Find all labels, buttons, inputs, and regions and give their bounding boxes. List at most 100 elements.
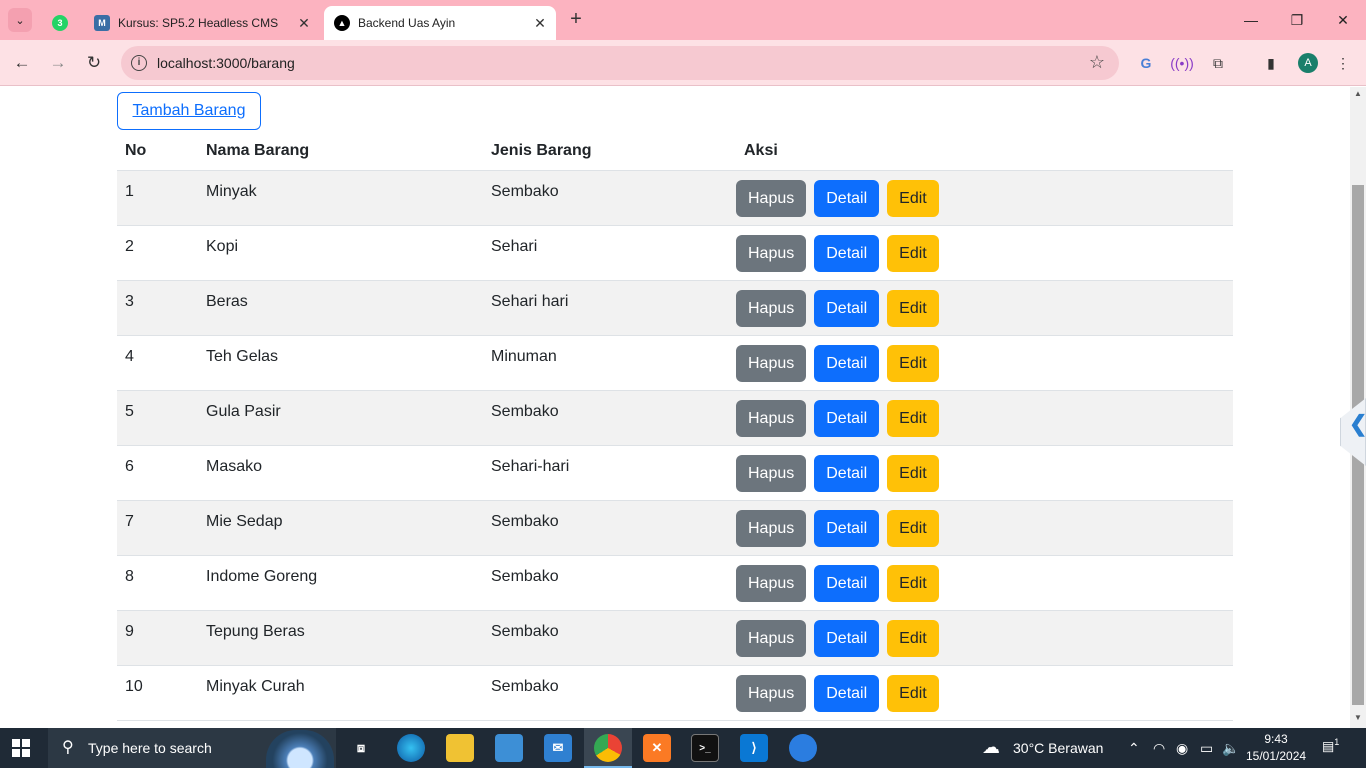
browser-toolbar: ← → ↻ i localhost:3000/barang ☆ G ((•)) …	[0, 40, 1366, 86]
taskbar-search-box[interactable]: ⚲ Type here to search	[48, 728, 336, 768]
hapus-button[interactable]: Hapus	[736, 454, 807, 492]
edit-button[interactable]: Edit	[887, 289, 939, 327]
table-header-row: No Nama Barang Jenis Barang Aksi	[117, 132, 1233, 171]
extensions-puzzle-icon[interactable]: ⧉	[1207, 52, 1229, 74]
minimize-icon[interactable]: —	[1228, 0, 1274, 40]
weather-text[interactable]: 30°C Berawan	[1013, 740, 1103, 756]
side-panel-icon[interactable]: ▮	[1260, 52, 1282, 74]
detail-button[interactable]: Detail	[814, 179, 880, 217]
mail-icon[interactable]: ✉	[544, 734, 572, 762]
cell-nama-barang: Gula Pasir	[198, 390, 483, 446]
cell-jenis-barang: Sehari	[483, 225, 736, 281]
hapus-button[interactable]: Hapus	[736, 179, 807, 217]
notification-center-icon[interactable]: ▤1	[1322, 737, 1346, 759]
xampp-icon[interactable]: ✕	[643, 734, 671, 762]
weather-cloud-icon[interactable]: ☁	[982, 737, 1000, 758]
edit-button[interactable]: Edit	[887, 344, 939, 382]
tab-search-chevron-icon[interactable]: ⌄	[8, 8, 32, 32]
search-icon: ⚲	[62, 739, 74, 756]
scroll-down-arrow-icon[interactable]: ▼	[1350, 713, 1366, 727]
moodle-icon: M	[94, 15, 110, 31]
reload-icon[interactable]: ↻	[81, 50, 107, 76]
detail-button[interactable]: Detail	[814, 344, 880, 382]
cell-no: 3	[117, 280, 198, 336]
barang-table: No Nama Barang Jenis Barang Aksi 1 Minyak…	[117, 132, 1233, 721]
microsoft-store-icon[interactable]	[495, 734, 523, 762]
taskbar-clock[interactable]: 9:43 15/01/2024	[1246, 731, 1306, 765]
detail-button[interactable]: Detail	[814, 289, 880, 327]
scroll-up-arrow-icon[interactable]: ▲	[1350, 89, 1366, 103]
file-explorer-icon[interactable]	[446, 734, 474, 762]
cell-aksi: Hapus Detail Edit	[736, 390, 1233, 446]
edit-button[interactable]: Edit	[887, 179, 939, 217]
detail-button[interactable]: Detail	[814, 509, 880, 547]
hapus-button[interactable]: Hapus	[736, 344, 807, 382]
vscode-icon[interactable]: ⟩	[740, 734, 768, 762]
cell-jenis-barang: Sembako	[483, 555, 736, 611]
site-info-icon[interactable]: i	[131, 55, 147, 71]
new-tab-plus-icon[interactable]: +	[566, 9, 586, 30]
edit-button[interactable]: Edit	[887, 509, 939, 547]
cell-nama-barang: Mie Sedap	[198, 500, 483, 556]
more-menu-icon[interactable]: ⋮	[1332, 52, 1354, 74]
google-translate-icon[interactable]: G	[1135, 52, 1157, 74]
tambah-barang-button[interactable]: Tambah Barang	[117, 92, 261, 130]
hapus-button[interactable]: Hapus	[736, 564, 807, 602]
table-row: 2 Kopi Sehari Hapus Detail Edit	[117, 225, 1233, 281]
media-cast-icon[interactable]: ((•))	[1170, 52, 1194, 74]
task-view-icon[interactable]: ⧈	[347, 734, 375, 762]
remote-desktop-icon[interactable]	[789, 734, 817, 762]
edit-button[interactable]: Edit	[887, 454, 939, 492]
terminal-icon[interactable]: >_	[691, 734, 719, 762]
cell-jenis-barang: Sembako	[483, 610, 736, 666]
hapus-button[interactable]: Hapus	[736, 509, 807, 547]
close-tab-icon[interactable]: ✕	[294, 15, 314, 32]
bookmark-star-icon[interactable]: ☆	[1089, 52, 1105, 73]
cell-no: 9	[117, 610, 198, 666]
chrome-icon[interactable]	[594, 734, 622, 762]
tab-pinned-whatsapp[interactable]: 3	[46, 6, 74, 40]
battery-icon[interactable]: ▭	[1200, 740, 1213, 757]
windows-taskbar: ⚲ Type here to search ⧈ ✉ ✕ >_ ⟩ ☁ 30°C …	[0, 728, 1366, 768]
hapus-button[interactable]: Hapus	[736, 674, 807, 712]
back-arrow-icon[interactable]: ←	[9, 50, 35, 76]
close-window-icon[interactable]: ✕	[1320, 0, 1366, 40]
edit-button[interactable]: Edit	[887, 674, 939, 712]
restore-icon[interactable]: ❐	[1274, 0, 1320, 40]
cell-no: 1	[117, 170, 198, 226]
forward-arrow-icon[interactable]: →	[45, 50, 71, 76]
hapus-button[interactable]: Hapus	[736, 399, 807, 437]
edge-icon[interactable]	[397, 734, 425, 762]
detail-button[interactable]: Detail	[814, 399, 880, 437]
url-text[interactable]: localhost:3000/barang	[157, 55, 295, 71]
close-tab-icon[interactable]: ✕	[530, 15, 550, 32]
edit-button[interactable]: Edit	[887, 564, 939, 602]
edit-button[interactable]: Edit	[887, 399, 939, 437]
tray-chevron-up-icon[interactable]: ⌃	[1128, 740, 1140, 757]
hapus-button[interactable]: Hapus	[736, 234, 807, 272]
header-aksi: Aksi	[736, 132, 1233, 171]
detail-button[interactable]: Detail	[814, 234, 880, 272]
edit-button[interactable]: Edit	[887, 619, 939, 657]
detail-button[interactable]: Detail	[814, 619, 880, 657]
table-row: 1 Minyak Sembako Hapus Detail Edit	[117, 170, 1233, 226]
wifi-icon[interactable]: ◠	[1153, 740, 1165, 757]
detail-button[interactable]: Detail	[814, 454, 880, 492]
hapus-button[interactable]: Hapus	[736, 619, 807, 657]
detail-button[interactable]: Detail	[814, 674, 880, 712]
cell-jenis-barang: Sembako	[483, 170, 736, 226]
webcam-icon[interactable]: ◉	[1176, 740, 1188, 757]
header-jenis-barang: Jenis Barang	[483, 132, 736, 171]
profile-avatar[interactable]: A	[1298, 53, 1318, 73]
tab-backend-uas[interactable]: ▲ Backend Uas Ayin ✕	[324, 6, 556, 40]
tab-kursus[interactable]: M Kursus: SP5.2 Headless CMS ✕	[84, 6, 320, 40]
cell-jenis-barang: Sehari-hari	[483, 445, 736, 501]
address-bar[interactable]: i localhost:3000/barang ☆	[121, 46, 1119, 80]
detail-button[interactable]: Detail	[814, 564, 880, 602]
windows-start-icon[interactable]	[12, 739, 30, 757]
cell-nama-barang: Minyak Curah	[198, 665, 483, 721]
hapus-button[interactable]: Hapus	[736, 289, 807, 327]
volume-icon[interactable]: 🔈	[1222, 740, 1239, 757]
edit-button[interactable]: Edit	[887, 234, 939, 272]
cell-aksi: Hapus Detail Edit	[736, 225, 1233, 281]
